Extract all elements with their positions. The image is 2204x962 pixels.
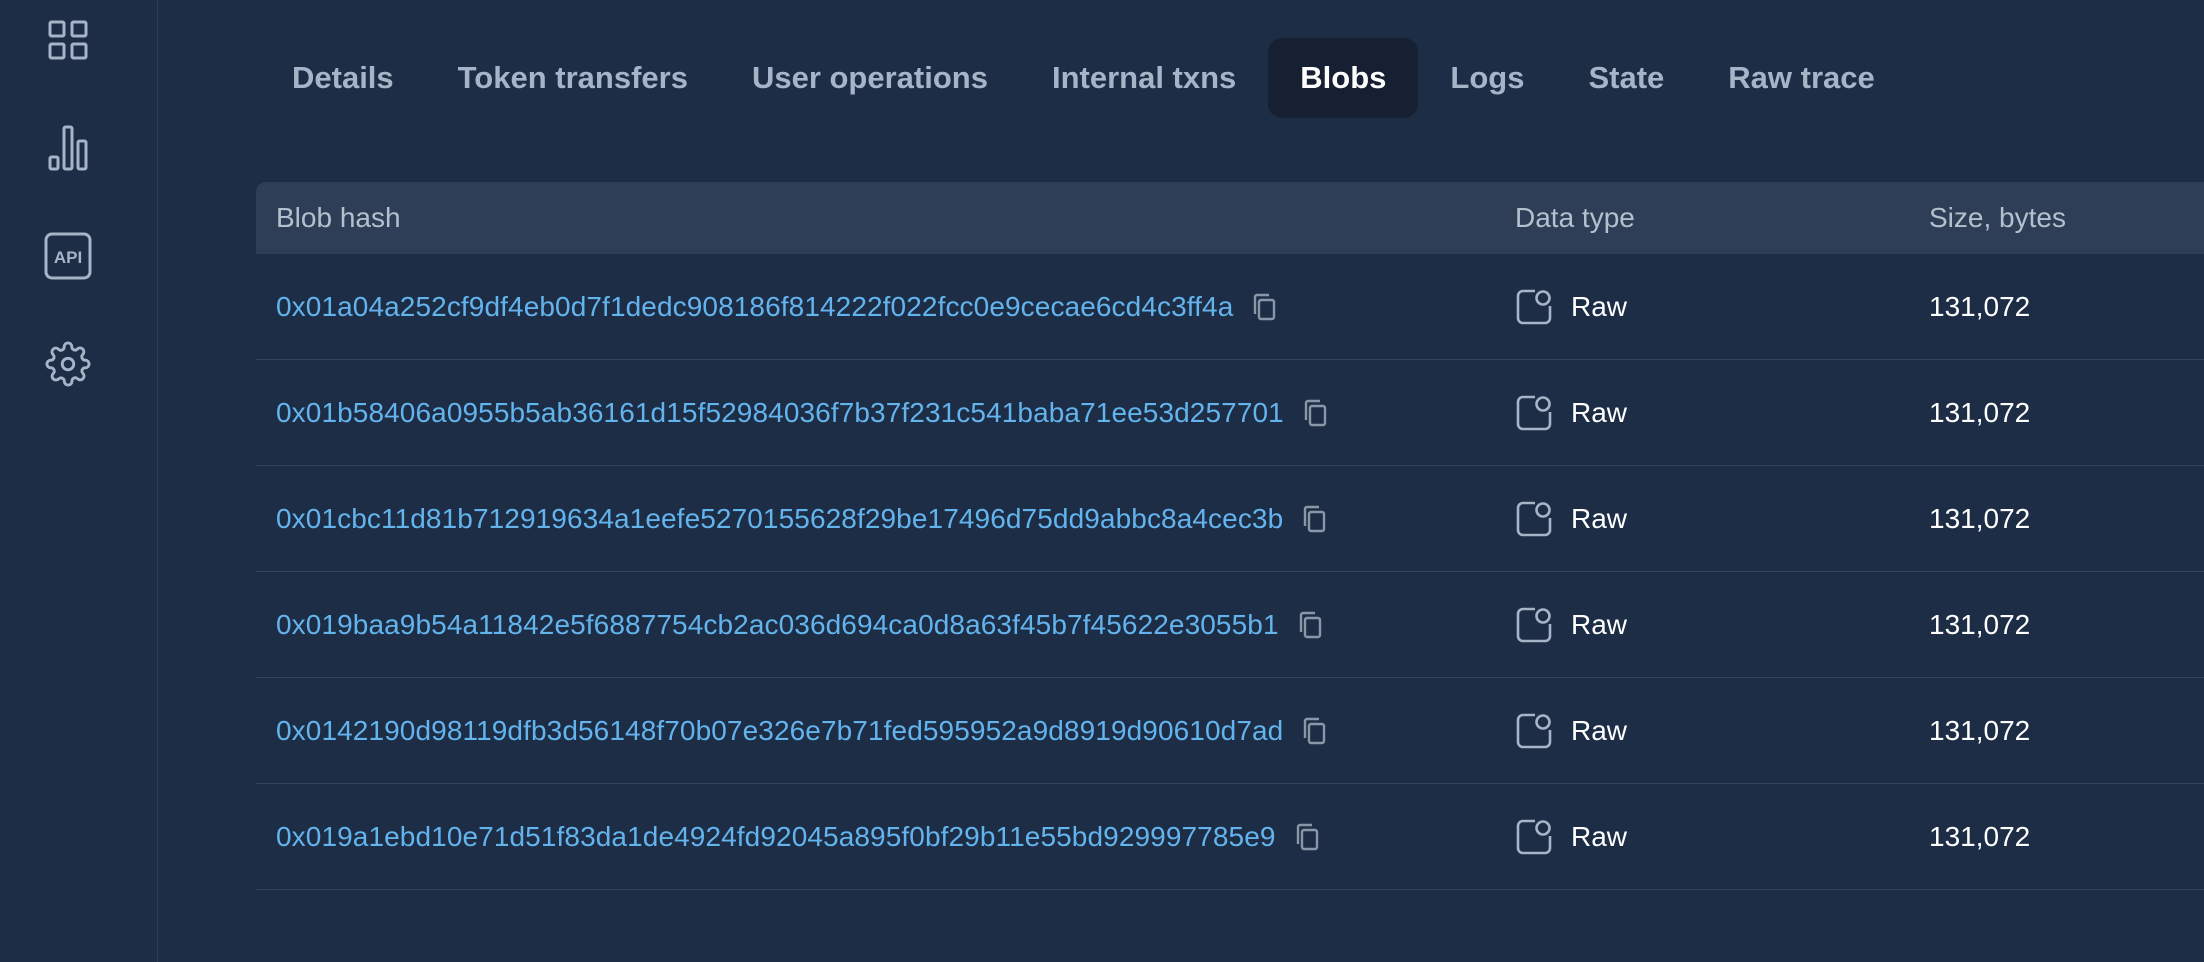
column-header-size: Size, bytes: [1929, 202, 2066, 233]
copy-icon: [1304, 505, 1326, 532]
copy-button[interactable]: [1297, 714, 1331, 748]
blob-hash-cell: 0x019a1ebd10e71d51f83da1de4924fd92045a89…: [276, 784, 1324, 889]
blob-hash-cell: 0x019baa9b54a11842e5f6887754cb2ac036d694…: [276, 572, 1327, 677]
data-type-cell: Raw: [1515, 784, 1627, 889]
data-type-cell: Raw: [1515, 360, 1627, 465]
size-value: 131,072: [1929, 714, 2031, 746]
copy-icon: [1299, 611, 1321, 638]
sidebar-item-charts[interactable]: [42, 122, 94, 174]
copy-icon: [1304, 717, 1326, 744]
raw-data-icon: [1516, 289, 1552, 324]
raw-data-icon: [1516, 819, 1552, 854]
bar-chart-icon: [48, 125, 88, 171]
tab-logs[interactable]: Logs: [1418, 38, 1556, 118]
table-row: 0x01b58406a0955b5ab36161d15f52984036f7b3…: [256, 360, 2204, 466]
data-type-label: Raw: [1571, 820, 1628, 852]
tab-token-transfers[interactable]: Token transfers: [426, 38, 720, 118]
table-header: Blob hash Data type Size, bytes: [256, 182, 2204, 254]
copy-button[interactable]: [1297, 502, 1331, 536]
copy-button[interactable]: [1247, 290, 1281, 324]
size-cell: 131,072: [1929, 572, 2030, 677]
blobs-table: Blob hash Data type Size, bytes 0x01a04a…: [256, 182, 2204, 890]
blob-hash-link[interactable]: 0x01cbc11d81b712919634a1eefe5270155628f2…: [276, 503, 1283, 535]
data-type-label: Raw: [1571, 290, 1628, 322]
blob-hash-cell: 0x01cbc11d81b712919634a1eefe5270155628f2…: [276, 466, 1331, 571]
blob-hash-cell: 0x01b58406a0955b5ab36161d15f52984036f7b3…: [276, 360, 1332, 465]
tab-state[interactable]: State: [1556, 38, 1696, 118]
tab-raw-trace[interactable]: Raw trace: [1696, 38, 1906, 118]
raw-data-icon: [1516, 713, 1552, 748]
tab-internal-txns[interactable]: Internal txns: [1020, 38, 1268, 118]
tab-user-operations[interactable]: User operations: [720, 38, 1020, 118]
size-cell: 131,072: [1929, 360, 2030, 465]
table-body: 0x01a04a252cf9df4eb0d7f1dedc908186f81422…: [256, 254, 2204, 890]
table-row: 0x0142190d98119dfb3d56148f70b07e326e7b71…: [256, 678, 2204, 784]
api-icon-label: API: [54, 248, 82, 267]
sidebar-item-dashboard[interactable]: [42, 14, 94, 66]
copy-icon: [1304, 399, 1327, 426]
copy-button[interactable]: [1298, 396, 1332, 430]
data-type-label: Raw: [1571, 608, 1628, 640]
blob-hash-link[interactable]: 0x01a04a252cf9df4eb0d7f1dedc908186f81422…: [276, 291, 1233, 323]
tab-bar: Details Token transfers User operations …: [260, 38, 1907, 118]
column-header-blob-hash: Blob hash: [276, 202, 401, 233]
table-row: 0x019a1ebd10e71d51f83da1de4924fd92045a89…: [256, 784, 2204, 890]
size-value: 131,072: [1929, 290, 2031, 322]
page-root: API Details Token transfers User operati…: [0, 0, 2204, 962]
table-row: 0x01a04a252cf9df4eb0d7f1dedc908186f81422…: [256, 254, 2204, 360]
size-cell: 131,072: [1929, 254, 2030, 359]
blob-hash-cell: 0x01a04a252cf9df4eb0d7f1dedc908186f81422…: [276, 254, 1281, 359]
blob-hash-cell: 0x0142190d98119dfb3d56148f70b07e326e7b71…: [276, 678, 1331, 783]
data-type-cell: Raw: [1515, 466, 1627, 571]
size-value: 131,072: [1929, 502, 2031, 534]
data-type-cell: Raw: [1515, 678, 1627, 783]
column-header-data-type: Data type: [1515, 202, 1635, 233]
size-cell: 131,072: [1929, 678, 2030, 783]
tab-blobs[interactable]: Blobs: [1268, 38, 1419, 118]
tab-details[interactable]: Details: [260, 38, 426, 118]
size-value: 131,072: [1929, 820, 2031, 852]
raw-data-icon: [1516, 501, 1552, 536]
data-type-label: Raw: [1571, 502, 1628, 534]
blob-hash-link[interactable]: 0x01b58406a0955b5ab36161d15f52984036f7b3…: [276, 397, 1284, 429]
data-type-cell: Raw: [1515, 572, 1627, 677]
blob-hash-link[interactable]: 0x019a1ebd10e71d51f83da1de4924fd92045a89…: [276, 821, 1276, 853]
size-cell: 131,072: [1929, 784, 2030, 889]
table-row: 0x019baa9b54a11842e5f6887754cb2ac036d694…: [256, 572, 2204, 678]
api-icon: API: [44, 232, 92, 280]
data-type-label: Raw: [1571, 714, 1628, 746]
gear-icon: [45, 341, 91, 387]
table-row: 0x01cbc11d81b712919634a1eefe5270155628f2…: [256, 466, 2204, 572]
sidebar: API: [0, 0, 158, 962]
grid-icon: [48, 20, 88, 60]
copy-icon: [1254, 293, 1276, 320]
blob-hash-link[interactable]: 0x0142190d98119dfb3d56148f70b07e326e7b71…: [276, 715, 1283, 747]
copy-icon: [1296, 823, 1318, 850]
blob-hash-link[interactable]: 0x019baa9b54a11842e5f6887754cb2ac036d694…: [276, 609, 1279, 641]
size-value: 131,072: [1929, 396, 2031, 428]
raw-data-icon: [1516, 395, 1552, 430]
size-value: 131,072: [1929, 608, 2031, 640]
raw-data-icon: [1516, 607, 1552, 642]
sidebar-item-settings[interactable]: [42, 338, 94, 390]
data-type-cell: Raw: [1515, 254, 1627, 359]
size-cell: 131,072: [1929, 466, 2030, 571]
sidebar-item-api[interactable]: API: [42, 230, 94, 282]
copy-button[interactable]: [1290, 820, 1324, 854]
copy-button[interactable]: [1293, 608, 1327, 642]
data-type-label: Raw: [1571, 396, 1628, 428]
